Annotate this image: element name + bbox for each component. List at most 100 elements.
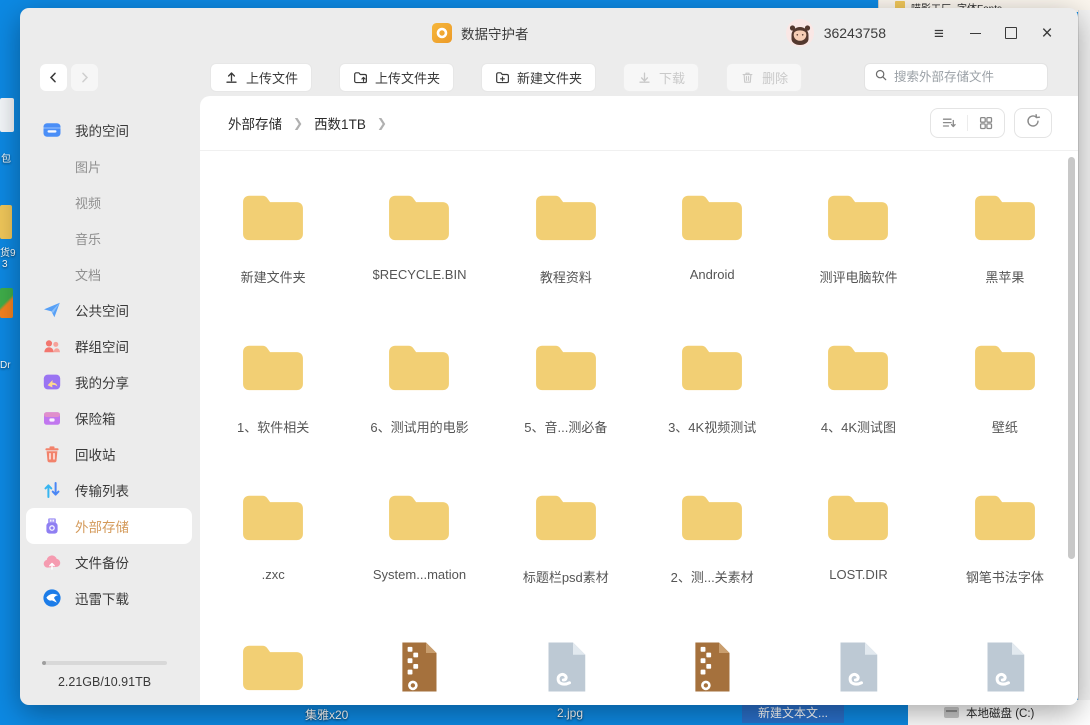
sidebar-item-sub-3[interactable]: 音乐 — [26, 220, 192, 256]
sidebar-item-external-storage[interactable]: 外部存储 — [26, 508, 192, 544]
desktop-icon-label[interactable]: 集雅x20 — [305, 706, 348, 723]
file-item[interactable]: 壁纸 — [932, 337, 1078, 487]
file-name: .zxc — [262, 567, 285, 582]
new-folder-button[interactable]: 新建文件夹 — [481, 63, 596, 92]
folder-file-icon — [238, 637, 308, 695]
folder-file-icon — [970, 487, 1040, 545]
file-name: 壁纸 — [992, 417, 1018, 436]
breadcrumb-item[interactable]: 西数1TB — [314, 113, 366, 133]
toolbar-button-label: 新建文件夹 — [517, 68, 582, 87]
file-item[interactable]: 3、4K视频测试 — [639, 337, 785, 487]
back-button[interactable] — [40, 64, 67, 91]
file-item[interactable]: System...mation — [346, 487, 492, 637]
breadcrumb-item[interactable]: 外部存储 — [228, 113, 282, 133]
file-item[interactable]: $RECYCLE.BIN — [346, 187, 492, 337]
sidebar-item-label: 公共空间 — [75, 300, 129, 320]
avatar[interactable] — [786, 19, 814, 47]
sidebar-item-label: 群组空间 — [75, 336, 129, 356]
file-item[interactable]: 标题栏psd素材 — [493, 487, 639, 637]
file-item[interactable]: 5、音...测必备 — [493, 337, 639, 487]
file-item[interactable] — [493, 637, 639, 705]
desktop-icon-label: 包 — [1, 150, 11, 165]
file-name: 钢笔书法字体 — [966, 567, 1044, 586]
file-item[interactable]: .zxc — [200, 487, 346, 637]
file-item[interactable] — [639, 637, 785, 705]
recycle-bin-icon — [42, 444, 62, 464]
unknown-file-icon — [538, 637, 594, 695]
storage-indicator: 2.21GB/10.91TB — [42, 661, 167, 689]
list-view-icon[interactable] — [931, 115, 967, 131]
sidebar-item-file-backup[interactable]: 文件备份 — [26, 544, 192, 580]
menu-icon[interactable]: ≡ — [928, 22, 950, 44]
file-name: 4、4K测试图 — [821, 417, 896, 436]
thunder-icon — [42, 588, 62, 608]
breadcrumb-row: 外部存储 ❯ 西数1TB ❯ — [200, 96, 1078, 151]
search-box[interactable] — [864, 63, 1048, 91]
file-item[interactable] — [785, 637, 931, 705]
file-item[interactable]: 测评电脑软件 — [785, 187, 931, 337]
sidebar-item-sub-4[interactable]: 文档 — [26, 256, 192, 292]
file-backup-icon — [42, 552, 62, 572]
toolbar-button-label: 上传文件夹 — [375, 68, 440, 87]
upload-button[interactable]: 上传文件 — [210, 63, 312, 92]
sidebar-item-public-space[interactable]: 公共空间 — [26, 292, 192, 328]
file-item[interactable]: 1、软件相关 — [200, 337, 346, 487]
file-item[interactable] — [346, 637, 492, 705]
file-item[interactable]: 黑苹果 — [932, 187, 1078, 337]
file-name: Android — [690, 267, 735, 282]
sidebar-item-my-space[interactable]: 我的空间 — [26, 112, 192, 148]
chevron-right-icon: ❯ — [293, 116, 303, 130]
unknown-file-icon — [977, 637, 1033, 695]
sidebar-item-transfer-list[interactable]: 传输列表 — [26, 472, 192, 508]
sidebar-item-label: 我的空间 — [75, 120, 129, 140]
sidebar-item-sub-2[interactable]: 视频 — [26, 184, 192, 220]
folder-file-icon — [384, 187, 454, 245]
sidebar-item-group-space[interactable]: 群组空间 — [26, 328, 192, 364]
file-name: 测评电脑软件 — [819, 267, 897, 286]
sidebar-item-recycle-bin[interactable]: 回收站 — [26, 436, 192, 472]
desktop-icon-label[interactable]: 2.jpg — [557, 706, 583, 720]
desktop-icon-label: 3 — [2, 259, 8, 270]
maximize-icon[interactable] — [1000, 22, 1022, 44]
file-item[interactable]: LOST.DIR — [785, 487, 931, 637]
file-name: System...mation — [373, 567, 466, 582]
toolbar-button-label: 删除 — [762, 68, 788, 87]
file-item[interactable] — [932, 637, 1078, 705]
search-input[interactable] — [894, 70, 1038, 84]
archive-file-icon — [684, 637, 740, 695]
desktop-icon-label-selected[interactable]: 新建文本文... — [742, 703, 844, 723]
upload-folder-button[interactable]: 上传文件夹 — [339, 63, 454, 92]
search-icon — [874, 68, 888, 87]
file-item[interactable]: 新建文件夹 — [200, 187, 346, 337]
sidebar-item-my-share[interactable]: 我的分享 — [26, 364, 192, 400]
username[interactable]: 36243758 — [824, 25, 886, 41]
file-item[interactable]: Android — [639, 187, 785, 337]
chevron-right-icon: ❯ — [377, 116, 387, 130]
sidebar-item-label: 音乐 — [75, 229, 101, 248]
file-item[interactable]: 钢笔书法字体 — [932, 487, 1078, 637]
file-item[interactable] — [200, 637, 346, 705]
minimize-icon[interactable] — [964, 22, 986, 44]
file-item[interactable]: 6、测试用的电影 — [346, 337, 492, 487]
sidebar-item-sub-1[interactable]: 图片 — [26, 148, 192, 184]
refresh-button[interactable] — [1014, 108, 1052, 138]
file-item[interactable]: 4、4K测试图 — [785, 337, 931, 487]
toolbar-buttons: 上传文件 上传文件夹 新建文件夹 下载 删除 — [210, 63, 802, 92]
file-name: 2、测...关素材 — [671, 567, 754, 586]
close-icon[interactable]: × — [1036, 22, 1058, 44]
titlebar: 数据守护者 36243758 ≡ × — [20, 8, 1078, 58]
vertical-scrollbar[interactable] — [1068, 157, 1075, 559]
grid-view-icon[interactable] — [967, 115, 1004, 131]
file-item[interactable]: 2、测...关素材 — [639, 487, 785, 637]
desktop-icon-label: Dr — [0, 360, 11, 371]
file-name: 5、音...测必备 — [524, 417, 607, 436]
archive-file-icon — [391, 637, 447, 695]
file-name: 6、测试用的电影 — [370, 417, 468, 436]
app-window: 数据守护者 36243758 ≡ × — [20, 8, 1078, 705]
sidebar-item-label: 文件备份 — [75, 552, 129, 572]
sidebar-item-thunder[interactable]: 迅雷下载 — [26, 580, 192, 616]
refresh-icon — [1025, 113, 1041, 134]
file-item[interactable]: 教程资料 — [493, 187, 639, 337]
download-button: 下载 — [623, 63, 699, 92]
sidebar-item-safe-box[interactable]: 保险箱 — [26, 400, 192, 436]
